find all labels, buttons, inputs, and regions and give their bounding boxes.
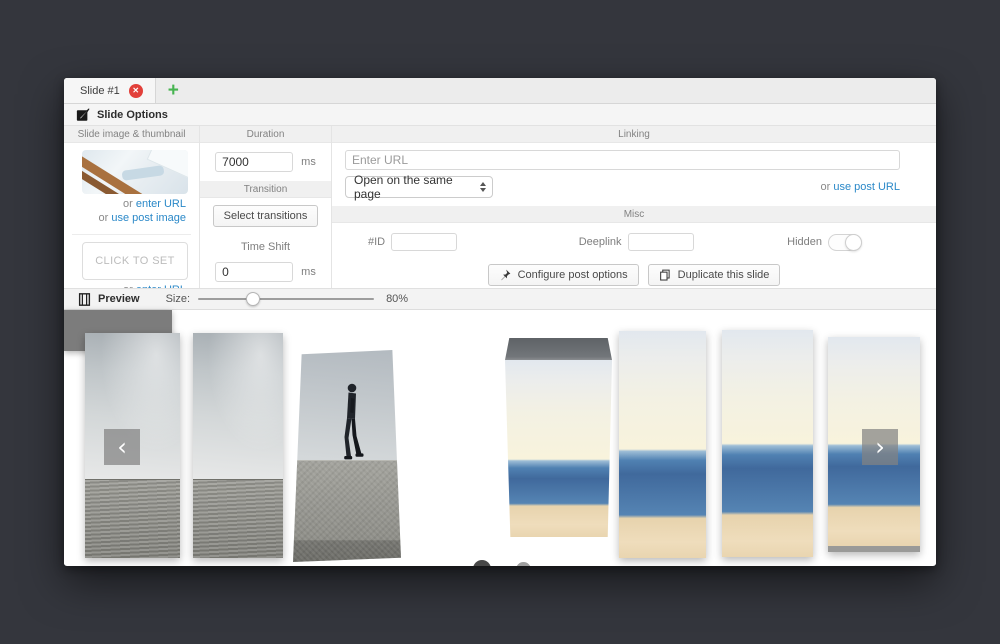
select-arrows-icon [480, 182, 486, 192]
preview-slice-beach-3 [722, 330, 813, 557]
thumbnail-click-to-set[interactable]: CLICK TO SET [82, 242, 188, 280]
use-post-image-link[interactable]: use post image [111, 212, 186, 224]
enter-url-link-2[interactable]: enter URL [136, 284, 186, 288]
or-label: or [123, 198, 136, 210]
deeplink-field-group: Deeplink [579, 233, 694, 251]
link-url-input[interactable] [345, 150, 900, 170]
slice-sky [193, 333, 283, 479]
slider-track[interactable] [198, 298, 374, 300]
deeplink-label: Deeplink [579, 236, 622, 248]
configure-post-options-button[interactable]: Configure post options [488, 264, 639, 286]
enter-url-link[interactable]: enter URL [136, 198, 186, 210]
image-thumbnail-column: Slide image & thumbnail or enter URL or … [64, 126, 200, 288]
hidden-toggle-group: Hidden [787, 234, 862, 251]
linking-misc-column: Linking Open on the same page or use pos… [332, 126, 936, 288]
preview-slice-businessman [293, 350, 401, 562]
slide-tab-bar: Slide #1 ✕ + [64, 78, 936, 104]
use-post-url-line: or use post URL [821, 181, 901, 193]
businessman-silhouette [338, 383, 364, 461]
duplicate-slide-label: Duplicate this slide [678, 269, 770, 281]
tab-slide-1-label: Slide #1 [80, 85, 120, 97]
delete-slide-icon[interactable]: ✕ [129, 84, 143, 98]
timing-column: Duration ms Transition Select transition… [200, 126, 332, 288]
id-label: #ID [368, 236, 385, 248]
link-target-select[interactable]: Open on the same page [345, 176, 493, 198]
slide-preview-area: ‹ › [64, 310, 936, 565]
pagination-dot[interactable] [516, 562, 531, 566]
duration-unit: ms [301, 156, 316, 168]
preview-slice-beach-cube [505, 338, 612, 537]
preview-size-label: Size: [166, 293, 190, 305]
slice-field [193, 479, 283, 558]
pushpin-icon [499, 269, 511, 281]
preview-slice-landscape-2 [193, 333, 283, 558]
link-target-select-value: Open on the same page [354, 173, 480, 201]
or-label: or [123, 284, 136, 288]
enter-url-line: or enter URL [123, 198, 186, 210]
id-input[interactable] [391, 233, 457, 251]
hidden-toggle[interactable] [828, 234, 862, 251]
transition-header: Transition [200, 181, 331, 198]
cube-top-face [505, 338, 612, 360]
duplicate-slide-button[interactable]: Duplicate this slide [648, 264, 781, 286]
film-icon [78, 293, 91, 306]
or-label: or [821, 181, 834, 193]
slide-options-title: Slide Options [97, 109, 168, 121]
add-slide-icon[interactable]: + [164, 84, 183, 98]
enter-url-line-2: or enter URL [123, 284, 186, 288]
hidden-label: Hidden [787, 236, 822, 248]
configure-post-options-label: Configure post options [518, 269, 628, 281]
preview-title: Preview [98, 293, 140, 305]
preview-slice-beach-2 [619, 331, 706, 558]
id-field-group: #ID [368, 233, 457, 251]
linking-header: Linking [332, 126, 936, 143]
pagination-dot-active[interactable] [473, 560, 491, 566]
time-shift-label: Time Shift [200, 241, 331, 253]
thumb-decoration [122, 165, 165, 181]
deeplink-input[interactable] [628, 233, 694, 251]
divider [72, 234, 191, 235]
next-slide-arrow[interactable]: › [862, 429, 898, 465]
image-column-header: Slide image & thumbnail [64, 126, 199, 143]
slide-options-grid: Slide image & thumbnail or enter URL or … [64, 126, 936, 288]
duplicate-icon [659, 269, 671, 281]
time-shift-input[interactable] [215, 262, 293, 282]
slide-image-thumbnail[interactable] [82, 150, 188, 194]
time-shift-unit: ms [301, 266, 316, 278]
use-post-url-link[interactable]: use post URL [833, 181, 900, 193]
concrete-block [293, 460, 401, 562]
slider-thumb[interactable] [246, 292, 260, 306]
preview-size-value: 80% [386, 293, 408, 305]
tab-slide-1[interactable]: Slide #1 ✕ [64, 78, 156, 103]
cube-front-face [505, 360, 612, 537]
desktop-background: Slide #1 ✕ + Slide Options Slide image &… [0, 0, 1000, 644]
preview-size-slider[interactable] [198, 292, 374, 306]
slide-options-header: Slide Options [64, 104, 936, 126]
select-transitions-button[interactable]: Select transitions [213, 205, 319, 227]
or-label: or [99, 212, 112, 224]
misc-header: Misc [332, 206, 936, 223]
previous-slide-arrow[interactable]: ‹ [104, 429, 140, 465]
slider-editor-panel: Slide #1 ✕ + Slide Options Slide image &… [64, 78, 936, 566]
edit-icon [76, 108, 90, 122]
duration-input[interactable] [215, 152, 293, 172]
toggle-knob-icon [845, 234, 862, 251]
duration-header: Duration [200, 126, 331, 143]
use-post-image-line: or use post image [99, 212, 186, 224]
preview-toolbar: Preview Size: 80% [64, 288, 936, 310]
slice-field [85, 479, 180, 558]
